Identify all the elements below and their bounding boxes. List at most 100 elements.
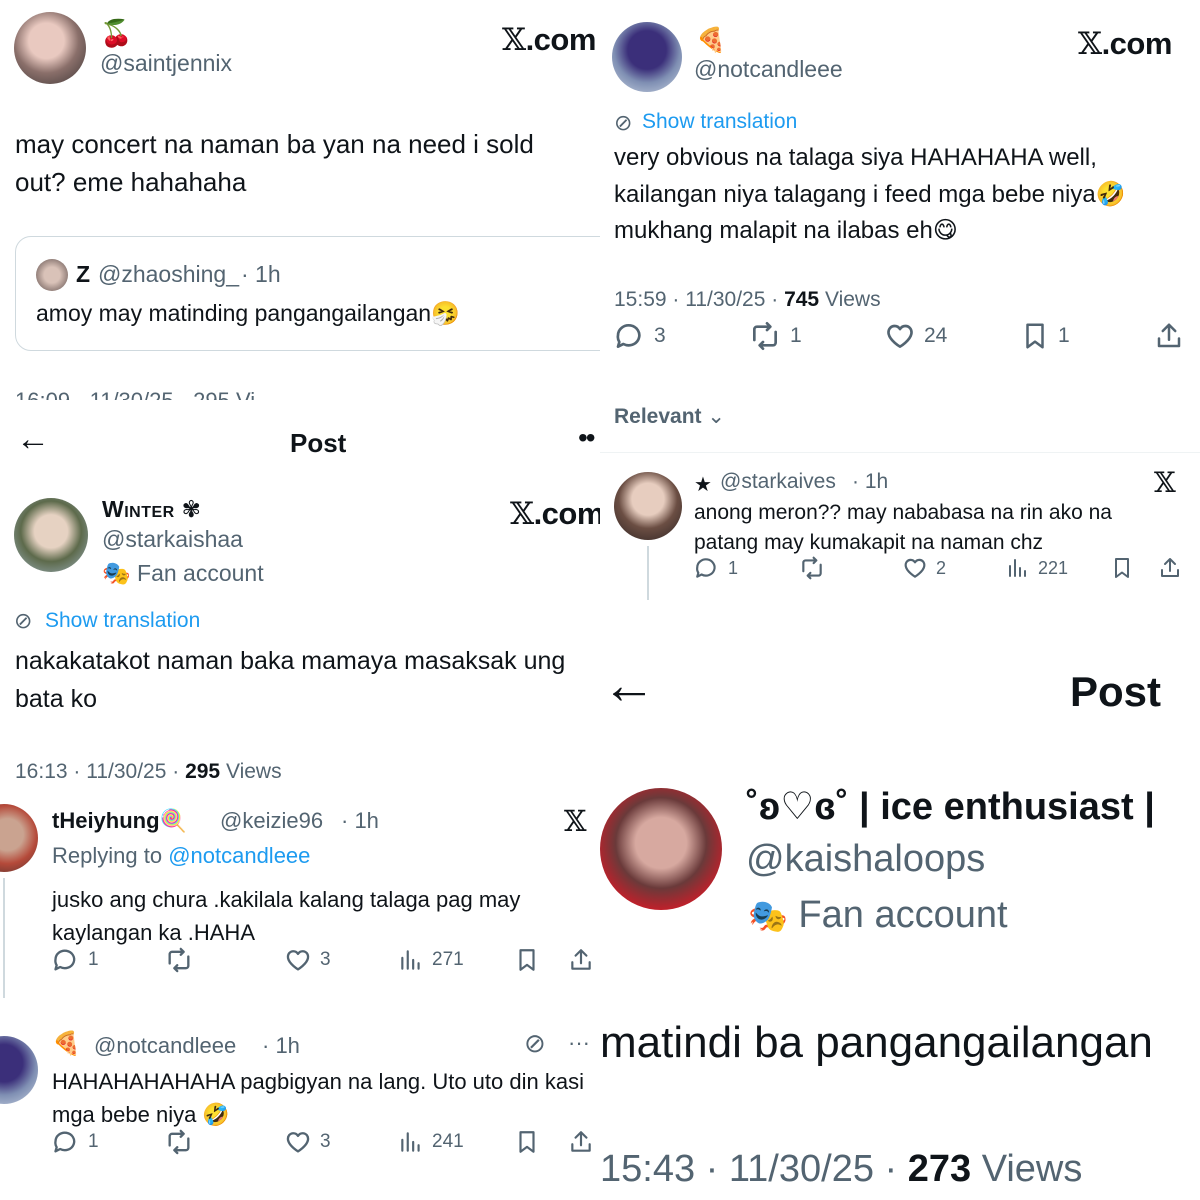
quote-card[interactable]: Z @zhaoshing_ · 1h amoy may matinding pa…	[15, 236, 600, 351]
share-icon	[1161, 558, 1179, 577]
reply-count: 3	[654, 324, 666, 347]
like-button[interactable]: 2	[902, 555, 946, 581]
share-icon	[571, 1131, 591, 1152]
bookmark-button[interactable]	[1110, 555, 1134, 581]
site-label: .com	[533, 496, 600, 531]
bookmark-icon	[1115, 558, 1129, 578]
reply-time: · 1h	[341, 808, 379, 833]
repost-button[interactable]	[164, 946, 194, 974]
post-panel-saintjennix: 🍒 @saintjennix 𝕏.com may concert na nama…	[0, 0, 600, 400]
x-logo-icon: 𝕏.com	[510, 496, 600, 532]
like-icon	[286, 950, 310, 971]
reply-time: · 1h	[852, 470, 889, 493]
user-handle[interactable]: @notcandleee	[694, 56, 843, 83]
bookmark-icon	[519, 949, 535, 971]
like-button[interactable]: 3	[284, 1128, 331, 1156]
reply-button[interactable]: 1	[52, 946, 99, 974]
views-icon	[401, 950, 420, 970]
post-timestamp: 15:59 · 11/30/25 ·	[614, 288, 785, 311]
reply-icon	[54, 1131, 76, 1153]
views-button[interactable]: 241	[398, 1128, 464, 1156]
post-timestamp: 15:43 · 11/30/25 ·	[600, 1148, 908, 1190]
reply-count: 1	[88, 949, 99, 970]
repost-button[interactable]	[798, 555, 826, 581]
display-name-text: Winter	[102, 496, 175, 522]
like-icon	[887, 324, 913, 348]
grok-icon[interactable]: ⊘	[524, 1028, 546, 1059]
badge-label: Fan account	[137, 560, 264, 586]
views-label: Views	[819, 288, 881, 311]
post-text: matindi ba pangangailangan	[600, 1018, 1153, 1067]
post-panel-starkaishaa: ← Post •• Winter ✾ @starkaishaa 🎭 Fan ac…	[0, 400, 600, 1200]
translate-icon[interactable]: ⊘	[14, 608, 32, 634]
show-translation-link[interactable]: Show translation	[642, 110, 797, 134]
replying-to-link[interactable]: @notcandleee	[168, 843, 310, 868]
reply-handle[interactable]: @notcandleee	[94, 1033, 236, 1059]
post-meta: 16:13 · 11/30/25 · 295 Views	[15, 760, 282, 784]
user-handle[interactable]: @starkaishaa	[102, 526, 243, 553]
display-name[interactable]: ˚ʚ♡ɞ˚ | ice enthusiast |	[746, 784, 1155, 829]
user-handle[interactable]: @saintjennix	[100, 50, 232, 77]
sort-dropdown[interactable]: Relevant ⌄	[614, 404, 725, 429]
fan-account-badge: 🎭 Fan account	[748, 894, 1008, 937]
bookmark-button[interactable]	[514, 1128, 540, 1156]
reply-button[interactable]: 1	[52, 1128, 99, 1156]
quote-time: · 1h	[241, 261, 281, 287]
translate-icon[interactable]: ⊘	[614, 110, 632, 136]
post-text: nakakatakot naman baka mamaya masaksak u…	[15, 647, 566, 713]
fan-account-icon: 🎭	[748, 898, 788, 934]
avatar[interactable]	[612, 22, 682, 92]
reply-star: ★	[694, 474, 712, 496]
show-translation-link[interactable]: Show translation	[45, 609, 200, 633]
site-label: .com	[1101, 26, 1173, 61]
repost-button[interactable]: 1	[748, 320, 802, 352]
reply-handle[interactable]: @keizie96	[220, 808, 323, 834]
like-button[interactable]: 3	[284, 946, 331, 974]
repost-count: 1	[790, 324, 802, 347]
back-arrow-icon[interactable]: ←	[16, 420, 50, 459]
bookmark-button[interactable]	[514, 946, 540, 974]
share-button[interactable]	[1154, 320, 1184, 352]
reply-emoji: 🍕	[52, 1030, 81, 1056]
reply-count: 1	[88, 1131, 99, 1152]
avatar[interactable]	[14, 498, 88, 572]
post-panel-notcandleee: 🍕 @notcandleee 𝕏.com ⊘ Show translation …	[600, 0, 1200, 600]
back-arrow-icon[interactable]: ←	[602, 658, 656, 712]
view-count: 271	[432, 949, 464, 970]
reply-handle[interactable]: @starkaives	[720, 470, 836, 494]
share-button[interactable]	[1158, 555, 1182, 581]
thread-line	[647, 546, 649, 600]
post-timestamp: 16:13 · 11/30/25 ·	[15, 760, 186, 783]
fan-account-icon: 🎭	[102, 560, 131, 586]
share-button[interactable]	[568, 1128, 594, 1156]
reply-avatar[interactable]	[614, 472, 682, 540]
badge-label: Fan account	[798, 894, 1008, 936]
reply-avatar[interactable]	[0, 804, 38, 872]
quote-handle: @zhaoshing_	[98, 261, 239, 287]
share-button[interactable]	[568, 946, 594, 974]
reply-button[interactable]: 1	[694, 555, 738, 581]
quote-avatar	[36, 259, 68, 291]
reply-button[interactable]: 3	[614, 320, 666, 352]
reply-avatar[interactable]	[0, 1036, 38, 1104]
display-name[interactable]: Winter ✾	[102, 496, 201, 523]
more-icon[interactable]: ••	[578, 422, 596, 454]
like-icon	[904, 558, 926, 578]
reply-time: · 1h	[262, 1033, 300, 1058]
like-count: 2	[936, 557, 947, 578]
views-button[interactable]: 271	[398, 946, 464, 974]
reply-icon	[696, 558, 716, 578]
post-text-line-1: very obvious na talaga siya HAHAHAHA wel…	[614, 144, 1097, 171]
avatar[interactable]	[600, 788, 722, 910]
views-button[interactable]: 221	[1006, 555, 1068, 581]
bookmark-button[interactable]: 1	[1020, 320, 1070, 352]
quote-name: Z	[76, 261, 91, 287]
reply-display-name[interactable]: tHeiyhung🍭	[52, 808, 187, 834]
more-icon[interactable]: ···	[568, 1030, 590, 1056]
user-handle[interactable]: @kaishaloops	[746, 838, 985, 881]
repost-button[interactable]	[164, 1128, 194, 1156]
avatar[interactable]	[14, 12, 86, 84]
page-title: Post	[290, 428, 347, 458]
views-icon	[401, 1132, 420, 1152]
like-button[interactable]: 24	[884, 320, 947, 352]
